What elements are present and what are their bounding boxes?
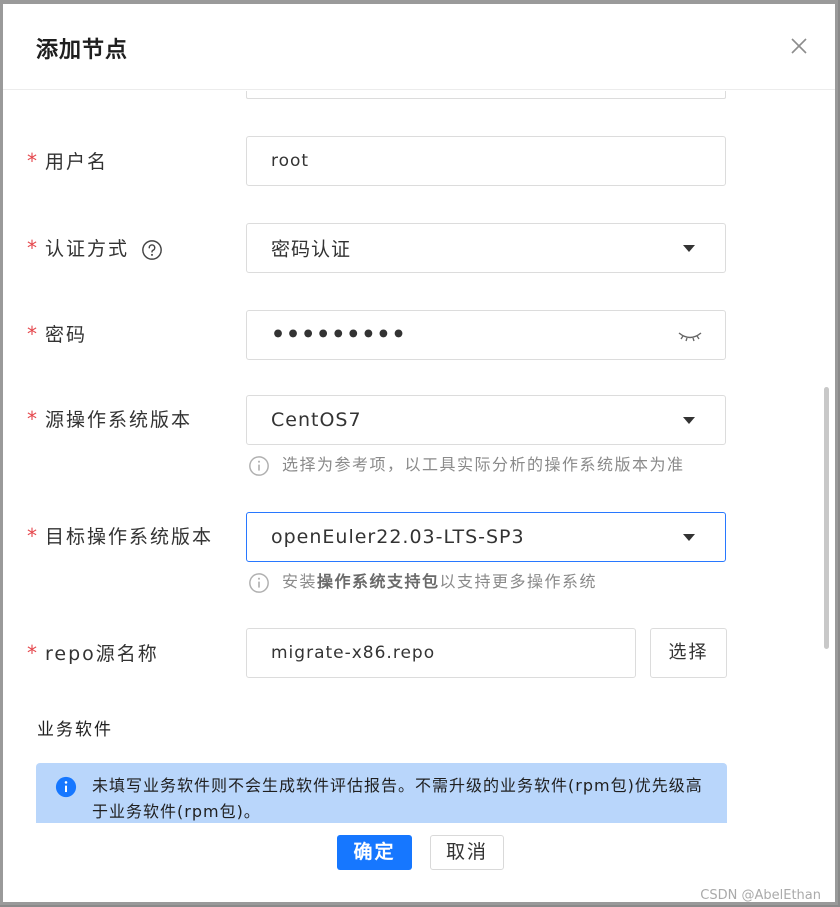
- target-os-value: openEuler22.03-LTS-SP3: [271, 526, 525, 548]
- password-input[interactable]: •••••••••: [246, 310, 726, 360]
- chevron-down-icon: [683, 417, 695, 424]
- auth-method-value: 密码认证: [271, 238, 352, 261]
- business-software-title: 业务软件: [37, 720, 113, 740]
- source-os-value: CentOS7: [271, 409, 362, 431]
- os-support-package-link[interactable]: 操作系统支持包: [317, 572, 440, 591]
- source-os-label: * 源操作系统版本: [27, 407, 193, 431]
- dialog-body: * 用户名 root * 认证方式 密码认证 * 密码 ••••••••• * …: [3, 91, 835, 823]
- dialog-header: 添加节点: [3, 4, 835, 90]
- close-icon[interactable]: [787, 34, 811, 58]
- chevron-down-icon: [683, 245, 695, 252]
- add-node-dialog: 添加节点 * 用户名 root * 认证方式 密码认证 * 密码 •••••••…: [0, 0, 838, 905]
- alert-text: 未填写业务软件则不会生成软件评估报告。不需升级的业务软件(rpm包)优先级高于业…: [92, 776, 703, 821]
- target-os-label: * 目标操作系统版本: [27, 524, 214, 548]
- info-circle-icon: [249, 572, 269, 593]
- question-circle-icon[interactable]: [141, 239, 163, 261]
- eye-closed-icon[interactable]: [677, 325, 703, 345]
- scrollbar[interactable]: [824, 387, 829, 649]
- watermark: CSDN @AbelEthan: [700, 888, 821, 903]
- password-value: •••••••••: [271, 322, 407, 348]
- info-filled-icon: [55, 776, 77, 798]
- required-mark: *: [27, 641, 39, 665]
- username-value: root: [271, 151, 310, 171]
- confirm-button[interactable]: 确定: [337, 835, 412, 870]
- repo-select-button[interactable]: 选择: [650, 628, 727, 678]
- repo-name-label: * repo源名称: [27, 641, 159, 665]
- partial-input-field[interactable]: [246, 91, 726, 99]
- required-mark: *: [27, 407, 39, 431]
- source-os-select[interactable]: CentOS7: [246, 395, 726, 445]
- dialog-footer: 确定 取消 CSDN @AbelEthan: [3, 823, 835, 903]
- required-mark: *: [27, 322, 39, 346]
- source-os-hint: 选择为参考项，以工具实际分析的操作系统版本为准: [248, 451, 685, 477]
- info-circle-icon: [249, 455, 269, 476]
- dialog-title: 添加节点: [36, 38, 129, 63]
- repo-name-input[interactable]: migrate-x86.repo: [246, 628, 636, 678]
- required-mark: *: [27, 236, 39, 260]
- cancel-button[interactable]: 取消: [430, 835, 504, 870]
- target-os-hint: 安装操作系统支持包以支持更多操作系统: [248, 568, 597, 594]
- business-software-alert: 未填写业务软件则不会生成软件评估报告。不需升级的业务软件(rpm包)优先级高于业…: [36, 763, 727, 823]
- auth-method-select[interactable]: 密码认证: [246, 223, 726, 273]
- repo-name-value: migrate-x86.repo: [271, 643, 436, 663]
- required-mark: *: [27, 524, 39, 548]
- password-label: * 密码: [27, 322, 88, 346]
- auth-method-label: * 认证方式: [27, 234, 163, 261]
- chevron-down-icon: [683, 534, 695, 541]
- required-mark: *: [27, 149, 39, 173]
- target-os-select[interactable]: openEuler22.03-LTS-SP3: [246, 512, 726, 562]
- username-label: * 用户名: [27, 149, 109, 173]
- username-input[interactable]: root: [246, 136, 726, 186]
